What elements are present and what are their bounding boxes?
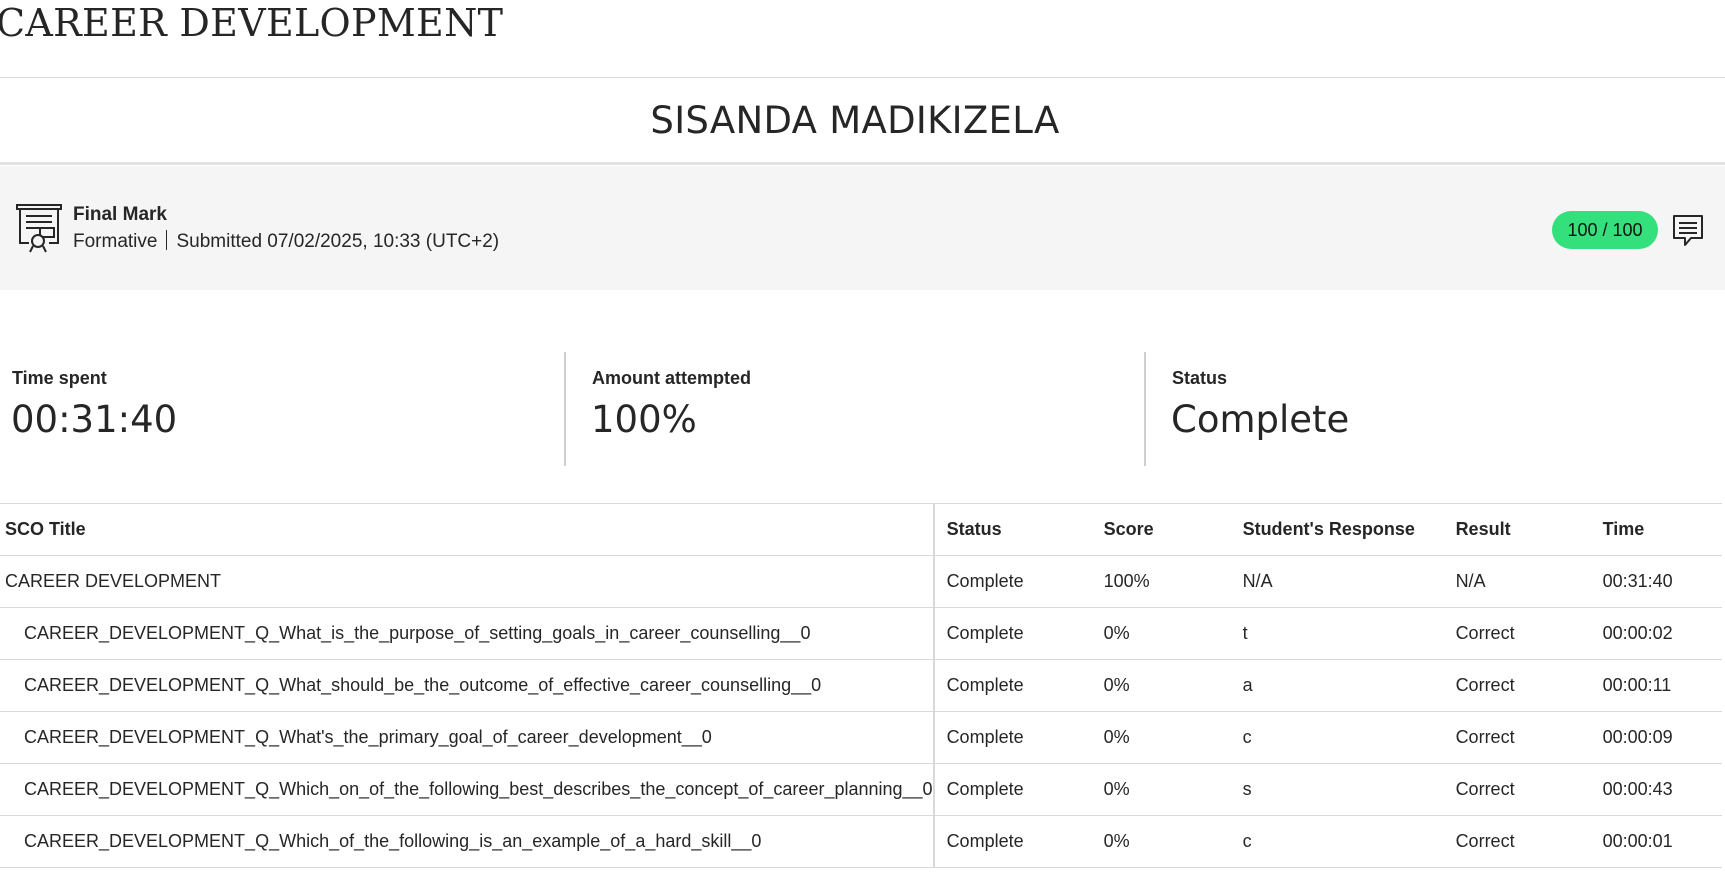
header-divider	[0, 77, 1725, 78]
column-header-result: Result	[1455, 503, 1603, 556]
feedback-icon[interactable]	[1672, 214, 1704, 248]
amount-attempted-stat: Amount attempted 100%	[580, 352, 1145, 466]
sco-title-cell: CAREER DEVELOPMENT	[0, 555, 935, 608]
column-header-score: Score	[1103, 503, 1243, 556]
submitted-timestamp: Submitted 07/02/2025, 10:33 (UTC+2)	[176, 231, 500, 252]
result-cell: N/A	[1455, 555, 1603, 608]
submission-meta: Formative Submitted 07/02/2025, 10:33 (UT…	[73, 230, 499, 253]
time-cell: 00:00:02	[1602, 607, 1722, 660]
table-row: CAREER DEVELOPMENT Complete 100% N/A N/A…	[0, 555, 1722, 608]
score-cell: 0%	[1103, 659, 1243, 712]
response-cell: s	[1242, 763, 1456, 816]
sco-title-cell: CAREER_DEVELOPMENT_Q_What_is_the_purpose…	[0, 607, 935, 660]
status-cell: Complete	[933, 607, 1104, 660]
status-cell: Complete	[933, 659, 1104, 712]
amount-attempted-label: Amount attempted	[592, 368, 751, 388]
result-cell: Correct	[1455, 607, 1603, 660]
sco-title-cell: CAREER_DEVELOPMENT_Q_Which_of_the_follow…	[0, 815, 935, 868]
sco-title-cell: CAREER_DEVELOPMENT_Q_Which_on_of_the_fol…	[0, 763, 935, 816]
category-label: Formative	[73, 231, 158, 252]
result-cell: Correct	[1455, 711, 1603, 764]
column-header-status: Status	[933, 503, 1104, 556]
table-row: CAREER_DEVELOPMENT_Q_What_is_the_purpose…	[0, 607, 1722, 660]
certificate-icon	[16, 204, 62, 253]
student-name: SISANDA MADIKIZELA	[650, 99, 1060, 142]
response-cell: a	[1242, 659, 1456, 712]
score-cell: 0%	[1103, 711, 1243, 764]
result-cell: Correct	[1455, 815, 1603, 868]
result-cell: Correct	[1455, 763, 1603, 816]
stat-divider	[564, 352, 566, 466]
meta-separator	[166, 230, 168, 250]
sco-table: SCO Title Status Score Student's Respons…	[0, 503, 1722, 868]
time-cell: 00:00:43	[1602, 763, 1722, 816]
response-cell: t	[1242, 607, 1456, 660]
table-row: CAREER_DEVELOPMENT_Q_What's_the_primary_…	[0, 711, 1722, 764]
time-cell: 00:00:01	[1602, 815, 1722, 868]
result-cell: Correct	[1455, 659, 1603, 712]
sco-title-cell: CAREER_DEVELOPMENT_Q_What_should_be_the_…	[0, 659, 935, 712]
score-cell: 100%	[1103, 555, 1243, 608]
status-cell: Complete	[933, 763, 1104, 816]
response-cell: c	[1242, 815, 1456, 868]
time-cell: 00:00:11	[1602, 659, 1722, 712]
score-badge: 100 / 100	[1552, 211, 1658, 249]
score-cell: 0%	[1103, 607, 1243, 660]
status-stat: Status Complete	[1160, 352, 1720, 466]
amount-attempted-value: 100%	[591, 398, 697, 441]
status-cell: Complete	[933, 711, 1104, 764]
final-mark-label: Final Mark	[73, 204, 167, 225]
status-label: Status	[1172, 368, 1228, 388]
final-mark-summary: Final Mark Formative Submitted 07/02/2025…	[0, 166, 1725, 290]
time-spent-label: Time spent	[12, 368, 107, 388]
response-cell: c	[1242, 711, 1456, 764]
status-cell: Complete	[933, 555, 1104, 608]
response-cell: N/A	[1242, 555, 1456, 608]
status-cell: Complete	[933, 815, 1104, 868]
time-cell: 00:31:40	[1602, 555, 1722, 608]
stat-divider	[1144, 352, 1146, 466]
time-spent-stat: Time spent 00:31:40	[0, 352, 565, 466]
score-cell: 0%	[1103, 763, 1243, 816]
time-spent-value: 00:31:40	[11, 398, 178, 441]
table-header-row: SCO Title Status Score Student's Respons…	[0, 503, 1722, 556]
column-header-response: Student's Response	[1242, 503, 1456, 556]
attempt-stats: Time spent 00:31:40 Amount attempted 100…	[0, 352, 1725, 466]
status-value: Complete	[1171, 398, 1350, 441]
table-row: CAREER_DEVELOPMENT_Q_Which_of_the_follow…	[0, 815, 1722, 868]
table-row: CAREER_DEVELOPMENT_Q_What_should_be_the_…	[0, 659, 1722, 712]
column-header-sco-title: SCO Title	[0, 503, 935, 556]
summary-top-shadow	[0, 162, 1725, 165]
sco-title-cell: CAREER_DEVELOPMENT_Q_What's_the_primary_…	[0, 711, 935, 764]
column-header-time: Time	[1602, 503, 1722, 556]
time-cell: 00:00:09	[1602, 711, 1722, 764]
page-title: CAREER DEVELOPMENT	[0, 1, 504, 45]
table-row: CAREER_DEVELOPMENT_Q_Which_on_of_the_fol…	[0, 763, 1722, 816]
score-cell: 0%	[1103, 815, 1243, 868]
